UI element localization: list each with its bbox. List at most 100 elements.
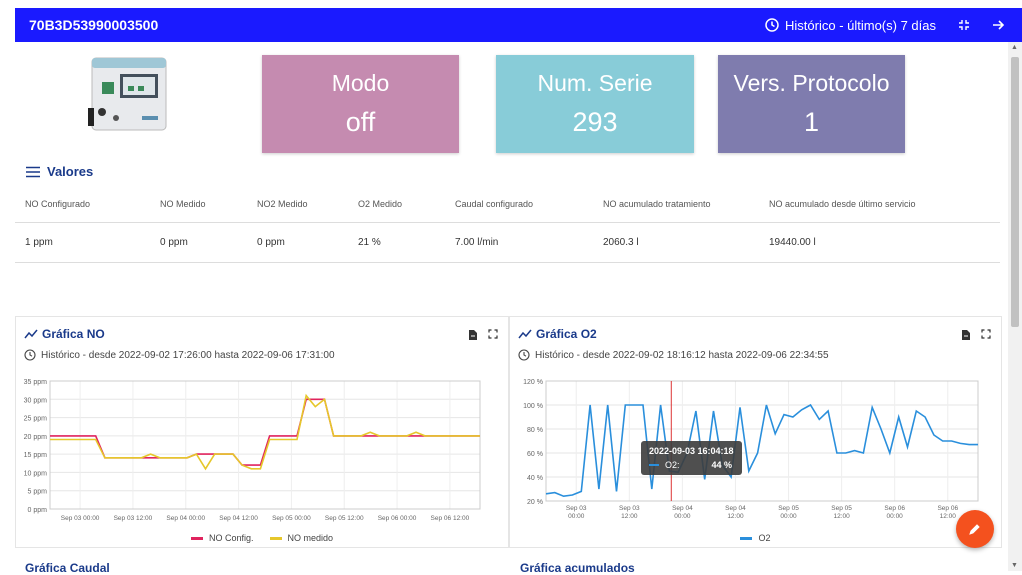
x-tick-label: Sep 03 00:00 [61,515,100,522]
tooltip-value: 44 % [711,460,733,470]
col-header: NO acumulado tratamiento [593,186,759,223]
panel-title: Gráfica NO [24,327,105,341]
chart-tooltip: 2022-09-03 16:04:18 O2: 44 % [641,441,742,475]
col-header: NO acumulado desde último servicio [759,186,1000,223]
chart-no[interactable]: 0 ppm 5 ppm 10 ppm 15 ppm 20 ppm 25 ppm 30 ppm… [16,375,510,525]
grafica-caudal-title: Gráfica Caudal [25,561,110,575]
fullscreen-icon[interactable] [981,329,991,339]
card-modo: Modo off [262,55,459,153]
chart-o2[interactable]: 20 %40 %60 %80 %100 %120 %Sep 0300:00Sep… [510,375,1003,525]
card-vers-protocolo-title: Vers. Protocolo [733,70,890,96]
history-label: Histórico - último(s) 7 días [785,17,936,33]
x-tick-label: Sep 05 12:00 [325,515,364,522]
panel-grafica-o2: Gráfica O2 Histórico - desde 2022-09-02 … [509,316,1002,548]
scroll-up-icon[interactable]: ▲ [1011,44,1018,51]
grafica-acumulados-title: Gráfica acumulados [520,561,635,575]
y-tick-label: 25 ppm [24,416,48,423]
grafica-no-subtitle: Histórico - desde 2022-09-02 17:26:00 ha… [41,349,335,361]
legend-label: NO Config. [208,533,254,543]
col-header: O2 Medido [348,186,445,223]
history-selector[interactable]: Histórico - último(s) 7 días [765,18,936,33]
page-scrollbar[interactable]: ▲ ▼ [1008,42,1022,571]
edit-fab-button[interactable] [956,510,994,548]
legend-item[interactable]: NO Config. [190,533,254,543]
table-cell: 21 % [348,222,445,263]
clock-icon [765,18,779,32]
x-tick-label: 00:00 [568,513,585,520]
y-tick-label: 0 ppm [28,507,48,514]
valores-table: NO Configurado NO Medido NO2 Medido O2 M… [15,186,1000,263]
x-tick-label: Sep 06 12:00 [431,515,470,522]
chart-o2-legend: O2 [510,533,1001,543]
y-tick-label: 20 ppm [24,434,48,441]
valores-section-title: Valores [25,164,93,179]
card-vers-protocolo-value: 1 [803,107,820,137]
table-cell: 2060.3 l [593,222,759,263]
x-tick-label: Sep 05 00:00 [272,515,311,522]
legend-label: NO medido [287,533,334,543]
fullscreen-icon[interactable] [488,329,498,339]
pencil-icon [969,524,980,535]
y-tick-label: 20 % [527,499,543,506]
x-tick-label: Sep 03 [566,505,587,512]
menu-icon [26,166,40,177]
tooltip-series: O2: [665,460,680,470]
y-tick-label: 5 ppm [28,489,48,496]
table-cell: 1 ppm [15,222,150,263]
y-tick-label: 60 % [527,451,543,458]
x-tick-label: 12:00 [940,513,957,520]
x-tick-label: 12:00 [833,513,850,520]
x-tick-label: Sep 04 [672,505,693,512]
legend-item[interactable]: NO medido [269,533,334,543]
app-header: 70B3D53990003500 Histórico - último(s) 7… [15,8,1022,42]
col-header: NO2 Medido [247,186,348,223]
export-file-icon[interactable] [961,329,971,341]
card-num-serie-value: 293 [572,107,618,137]
series-line [50,393,480,471]
x-tick-label: 12:00 [621,513,638,520]
arrow-right-icon[interactable] [988,15,1008,35]
y-tick-label: 40 % [527,475,543,482]
clock-icon [24,349,36,361]
x-tick-label: Sep 05 [778,505,799,512]
panel-tools [468,329,498,341]
trend-icon [518,329,532,339]
x-tick-label: 12:00 [727,513,744,520]
x-tick-label: Sep 06 [884,505,905,512]
x-tick-label: 00:00 [887,513,904,520]
x-tick-label: Sep 03 12:00 [114,515,153,522]
y-tick-label: 100 % [523,403,543,410]
grafica-o2-title: Gráfica O2 [536,327,597,341]
collapse-icon[interactable] [954,15,974,35]
panel-subtitle: Histórico - desde 2022-09-02 17:26:00 ha… [24,349,335,361]
y-tick-label: 30 ppm [24,397,48,404]
grafica-o2-subtitle: Histórico - desde 2022-09-02 18:16:12 ha… [535,349,829,361]
table-cell: 0 ppm [150,222,247,263]
device-image [88,57,167,131]
tooltip-date: 2022-09-03 16:04:18 [649,446,734,456]
y-tick-label: 80 % [527,427,543,434]
series-line [545,403,978,498]
table-row: 1 ppm 0 ppm 0 ppm 21 % 7.00 l/min 2060.3… [15,222,1000,263]
export-file-icon[interactable] [468,329,478,341]
x-tick-label: 00:00 [674,513,691,520]
card-num-serie: Num. Serie 293 [496,55,694,153]
panel-title: Gráfica O2 [518,327,597,341]
clock-icon [518,349,530,361]
scroll-down-icon[interactable]: ▼ [1011,562,1018,569]
x-tick-label: Sep 03 [619,505,640,512]
plot-frame [49,380,481,510]
grafica-no-title: Gráfica NO [42,327,105,341]
table-cell: 0 ppm [247,222,348,263]
table-cell: 7.00 l/min [445,222,593,263]
panel-tools [961,329,991,341]
legend-item[interactable]: O2 [740,533,771,543]
panel-subtitle: Histórico - desde 2022-09-02 18:16:12 ha… [518,349,829,361]
device-id: 70B3D53990003500 [29,17,159,33]
x-tick-label: Sep 04 [725,505,746,512]
card-vers-protocolo: Vers. Protocolo 1 [718,55,905,153]
x-tick-label: Sep 05 [831,505,852,512]
x-tick-label: Sep 06 00:00 [378,515,417,522]
scrollbar-thumb[interactable] [1011,57,1019,327]
col-header: NO Configurado [15,186,150,223]
